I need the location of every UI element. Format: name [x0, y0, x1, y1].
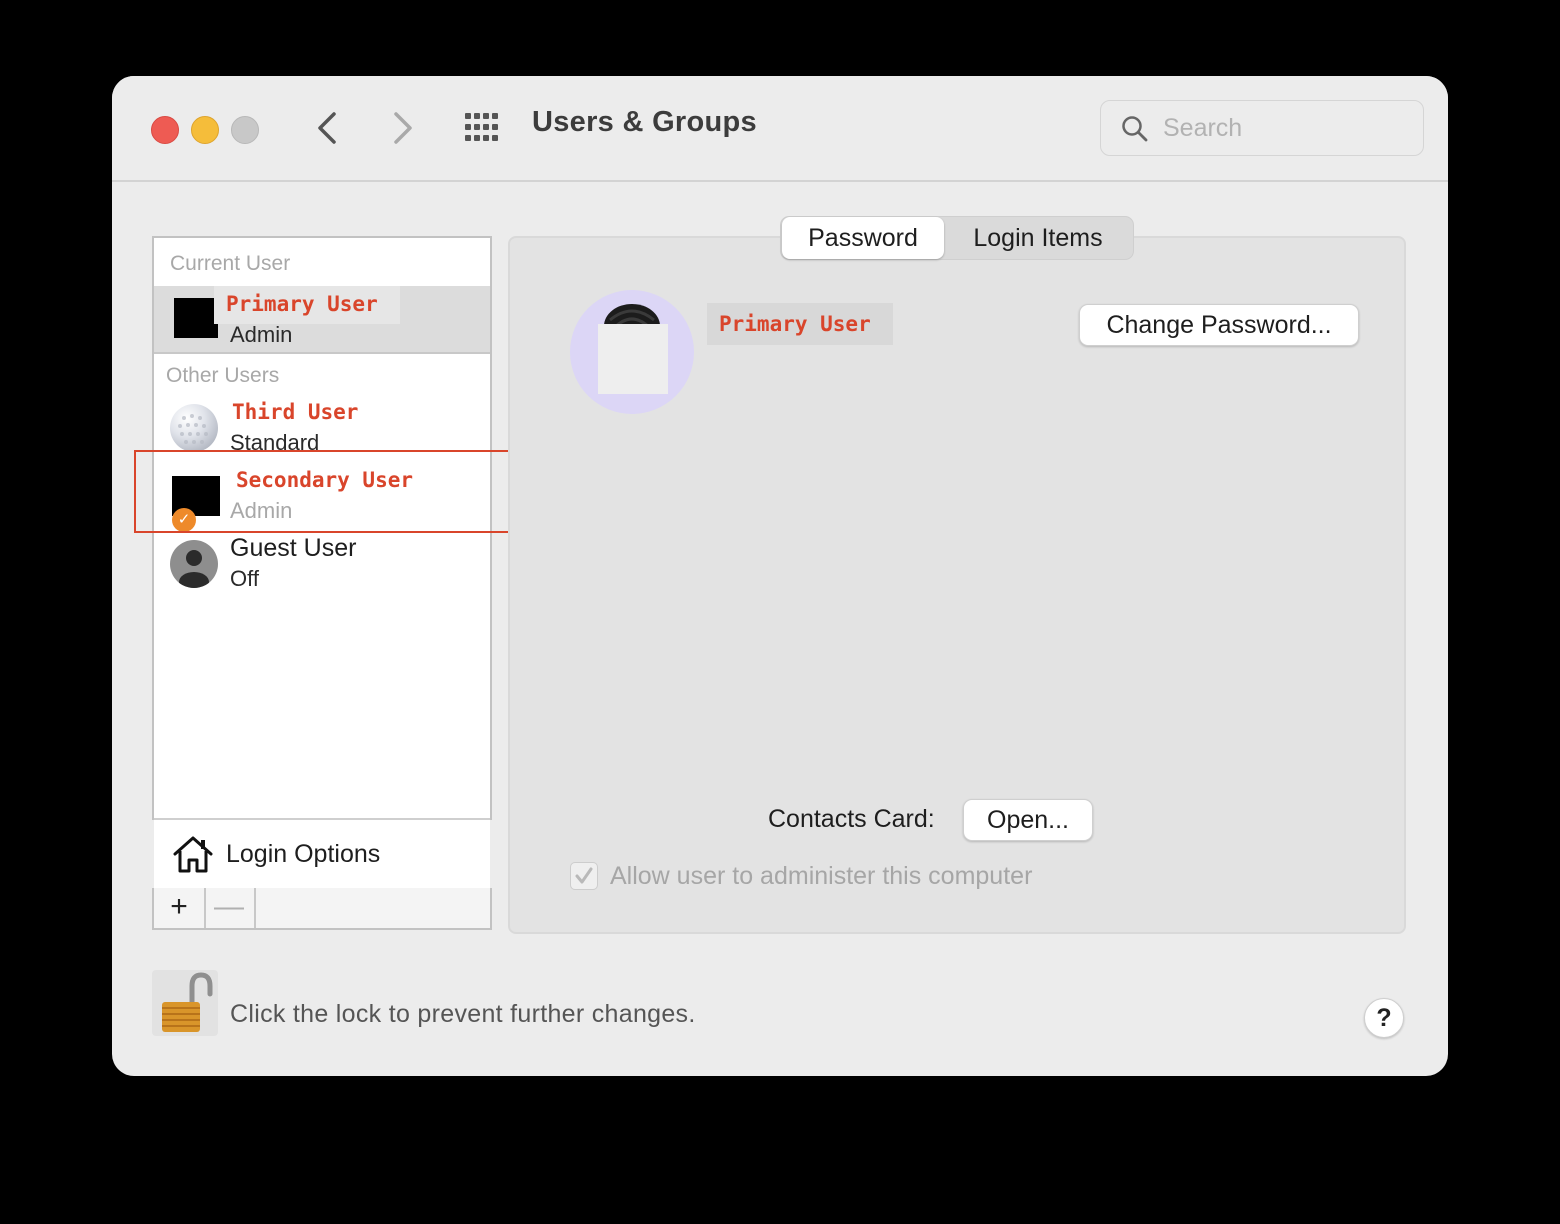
user-role: Admin	[230, 322, 293, 347]
chevron-left-icon	[318, 112, 336, 144]
user-picture[interactable]	[570, 290, 694, 414]
tab-password[interactable]: Password	[782, 217, 944, 259]
allow-admin-label: Allow user to administer this computer	[610, 862, 1033, 890]
minimize-window-button[interactable]	[191, 116, 219, 144]
user-name: Primary User	[226, 292, 378, 316]
unlocked-padlock-icon	[162, 972, 213, 1032]
current-user-label: Current User	[170, 252, 291, 275]
lock-status-text: Click the lock to prevent further change…	[230, 1000, 696, 1028]
selection-highlight-box	[134, 450, 542, 533]
golf-ball-avatar	[170, 404, 218, 452]
lock-button[interactable]	[152, 970, 218, 1036]
user-full-name-chip: Primary User	[707, 303, 893, 345]
allow-admin-checkbox[interactable]	[570, 862, 598, 890]
window-title: Users & Groups	[532, 106, 757, 138]
house-icon	[173, 836, 213, 873]
forward-button[interactable]	[382, 106, 422, 150]
change-password-button[interactable]: Change Password...	[1079, 304, 1359, 346]
tab-login-items[interactable]: Login Items	[947, 217, 1129, 259]
remove-user-button[interactable]: —	[204, 888, 256, 928]
login-options-label: Login Options	[226, 840, 381, 868]
user-row-primary[interactable]: Primary User Admin	[154, 286, 490, 354]
add-remove-bar: + —	[152, 888, 492, 930]
user-role: Off	[230, 566, 259, 591]
avatar-redaction	[598, 324, 668, 394]
help-button[interactable]: ?	[1364, 998, 1404, 1038]
tab-bar: Password Login Items	[780, 216, 1134, 260]
person-silhouette-icon	[179, 550, 209, 588]
chevron-right-icon	[394, 112, 412, 144]
user-name: Guest User	[230, 534, 357, 562]
login-options-row[interactable]: Login Options	[154, 818, 490, 892]
golf-dimples-icon	[178, 414, 208, 444]
back-button[interactable]	[308, 106, 348, 150]
zoom-window-button[interactable]	[231, 116, 259, 144]
preferences-window: Users & Groups Current User Primary User…	[112, 76, 1448, 1076]
checkmark-icon	[575, 867, 593, 884]
user-full-name: Primary User	[719, 312, 871, 336]
open-contacts-button[interactable]: Open...	[963, 799, 1093, 841]
add-user-button[interactable]: +	[154, 888, 206, 928]
show-all-button[interactable]	[462, 110, 502, 146]
user-avatar	[174, 298, 218, 338]
other-users-label: Other Users	[166, 364, 280, 387]
contacts-card-label: Contacts Card:	[768, 805, 935, 833]
close-window-button[interactable]	[151, 116, 179, 144]
search-icon	[1122, 116, 1148, 142]
guest-avatar-icon	[170, 540, 218, 588]
grid-icon	[465, 113, 498, 141]
title-bar: Users & Groups	[112, 76, 1448, 182]
user-name: Third User	[232, 400, 359, 424]
search-input[interactable]	[1161, 109, 1405, 147]
search-field[interactable]	[1100, 100, 1424, 156]
